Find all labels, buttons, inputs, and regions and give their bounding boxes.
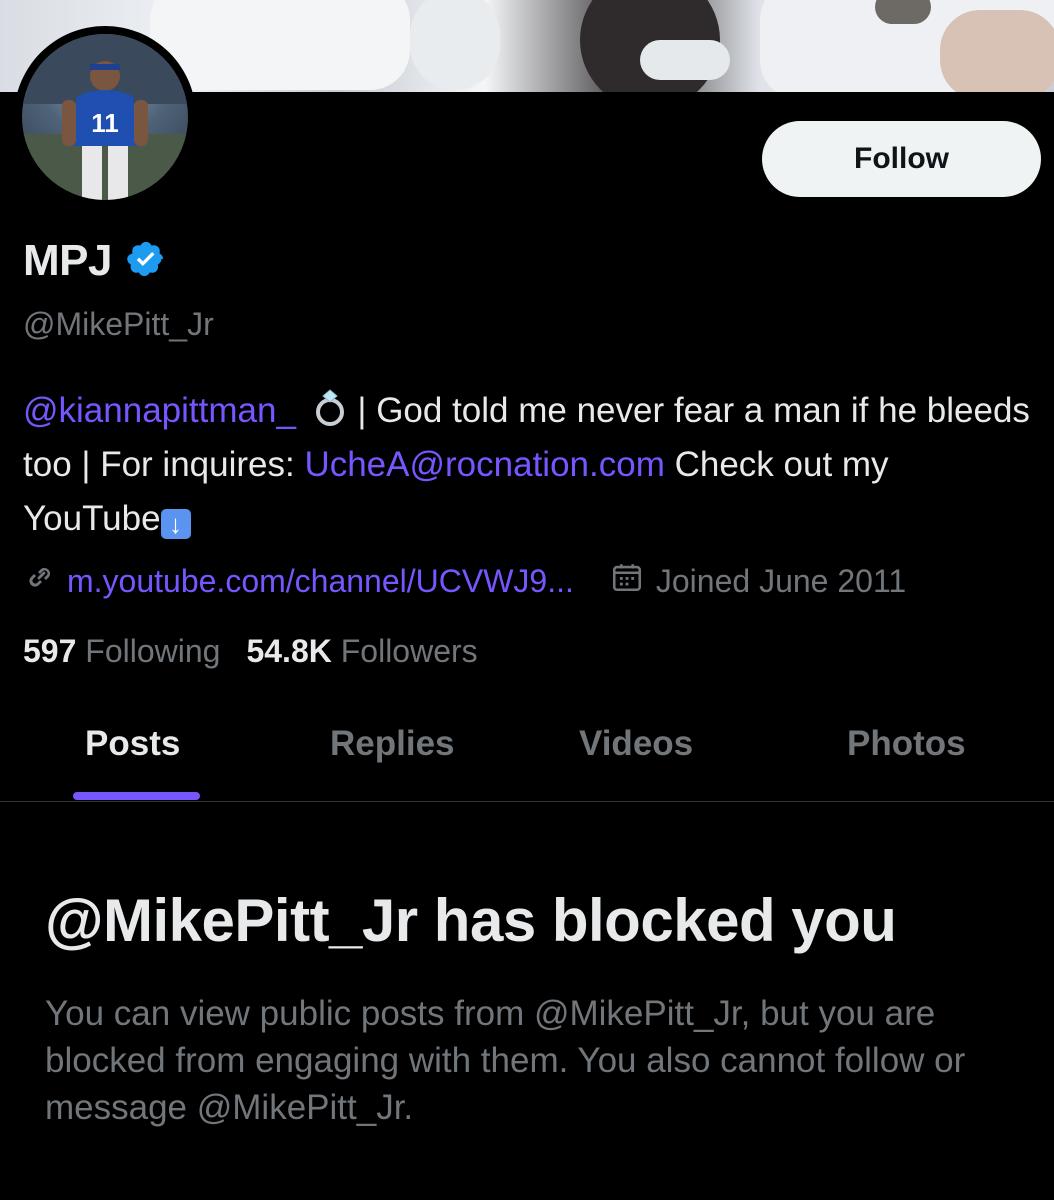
profile-handle: @MikePitt_Jr [23, 306, 214, 342]
active-tab-indicator [73, 792, 200, 800]
following-label: Following [85, 633, 221, 669]
tab-videos[interactable]: Videos [579, 724, 693, 764]
profile-avatar[interactable]: 11 [14, 26, 196, 208]
followers-count: 54.8K [246, 633, 332, 669]
tab-posts[interactable]: Posts [85, 724, 180, 764]
profile-name-row: MPJ [23, 236, 166, 286]
player-avatar-illustration: 11 [22, 34, 188, 200]
bio-email-link[interactable]: UcheA@rocnation.com [304, 445, 664, 484]
website-link[interactable]: m.youtube.com/channel/UCVWJ9... [67, 563, 574, 600]
profile-tabs: Posts Replies Videos Photos [0, 700, 1054, 802]
following-count: 597 [23, 633, 77, 669]
joined-date: Joined June 2011 [655, 562, 907, 599]
svg-text:11: 11 [91, 108, 119, 138]
display-name: MPJ [23, 236, 112, 285]
profile-meta: m.youtube.com/channel/UCVWJ9... Joined J… [23, 560, 906, 602]
follow-button[interactable]: Follow [762, 121, 1041, 197]
ring-emoji [306, 389, 358, 430]
following-link[interactable]: 597 Following [23, 633, 220, 670]
profile-bio: @kiannapittman_ | God told me never fear… [23, 384, 1033, 546]
followers-link[interactable]: 54.8K Followers [246, 633, 477, 670]
tab-photos[interactable]: Photos [847, 724, 966, 764]
verified-badge-icon[interactable] [126, 239, 166, 284]
blocked-description: You can view public posts from @MikePitt… [45, 994, 966, 1127]
followers-label: Followers [340, 633, 478, 669]
calendar-icon [610, 560, 644, 602]
follow-counts: 597 Following 54.8K Followers [23, 633, 478, 670]
avatar-image: 11 [22, 34, 188, 200]
link-icon [23, 560, 57, 602]
blocked-title: @MikePitt_Jr has blocked you [45, 887, 897, 954]
bio-mention-link[interactable]: @kiannapittman_ [23, 391, 296, 430]
down-arrow-emoji: ↓ [160, 509, 191, 539]
tab-replies[interactable]: Replies [330, 724, 455, 764]
